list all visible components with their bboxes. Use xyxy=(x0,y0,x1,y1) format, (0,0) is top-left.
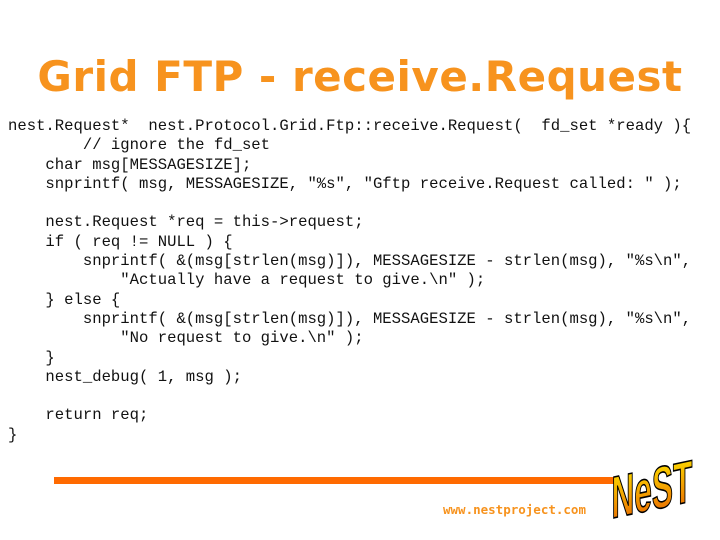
slide-title: Grid FTP - receive.Request xyxy=(37,52,683,101)
code-line: nest.Request* nest.Protocol.Grid.Ftp::re… xyxy=(8,117,692,135)
logo-text: NeST xyxy=(611,449,692,520)
footer-divider xyxy=(54,477,620,484)
nest-logo-icon: NeST xyxy=(611,448,693,520)
code-line: snprintf( msg, MESSAGESIZE, "%s", "Gftp … xyxy=(8,174,682,193)
code-line: } else { xyxy=(8,290,121,309)
code-block: nest.Request* nest.Protocol.Grid.Ftp::re… xyxy=(8,117,691,445)
footer-url: www.nestproject.com xyxy=(443,502,586,517)
code-line: nest.Request *req = this->request; xyxy=(8,213,364,232)
code-line: "Actually have a request to give.\n" ); xyxy=(8,271,486,290)
code-line: "No request to give.\n" ); xyxy=(8,329,364,348)
code-line: } xyxy=(8,348,55,367)
code-line: snprintf( &(msg[strlen(msg)]), MESSAGESI… xyxy=(8,252,692,271)
code-line: char msg[MESSAGESIZE]; xyxy=(8,155,252,174)
code-line: } xyxy=(8,425,18,444)
code-line: return req; xyxy=(8,406,149,425)
code-line: // ignore the fd_set xyxy=(8,136,271,155)
code-line: if ( req != NULL ) { xyxy=(8,232,233,251)
code-line: snprintf( &(msg[strlen(msg)]), MESSAGESI… xyxy=(8,309,692,328)
code-line: nest_debug( 1, msg ); xyxy=(8,367,242,386)
